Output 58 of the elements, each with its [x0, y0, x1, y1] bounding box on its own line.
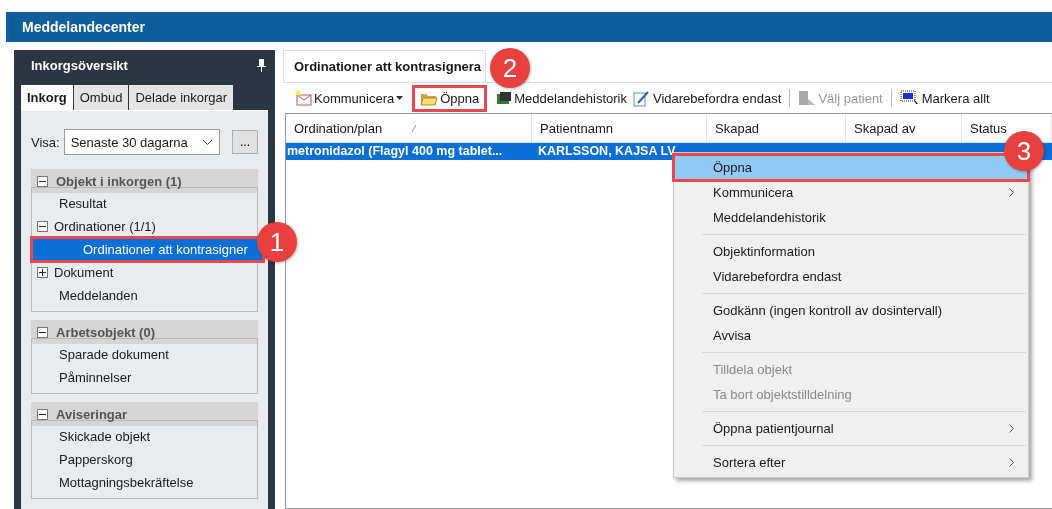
step-number-badge: 2: [490, 48, 530, 88]
column-header[interactable]: Ordination/plan: [286, 114, 532, 142]
tab[interactable]: Ombud: [73, 85, 129, 110]
menu-item[interactable]: Avvisa: [674, 323, 1028, 348]
tree-item[interactable]: Meddelanden: [32, 284, 257, 307]
toolbar-button[interactable]: Markera allt: [896, 88, 993, 108]
tree-item[interactable]: Resultat: [32, 192, 257, 215]
tree-item[interactable]: Påminnelser: [32, 366, 257, 389]
section-header[interactable]: Aviseringar: [31, 402, 258, 426]
tab[interactable]: Delade inkorgar: [129, 85, 234, 110]
tree-item[interactable]: Ordinationer att kontrasigner: [32, 238, 263, 261]
select-all-icon: [899, 90, 920, 106]
toolbar-button[interactable]: Meddelandehistorik: [493, 88, 630, 108]
panel-title: Inkorgsöversikt: [31, 57, 128, 73]
menu-item[interactable]: Kommunicera: [674, 180, 1028, 205]
chevron-right-icon: [1009, 458, 1014, 467]
menu-item[interactable]: Öppna patientjournal: [674, 416, 1028, 441]
pencil-document-icon: [633, 89, 651, 107]
toolbar-button[interactable]: Vidarebefordra endast: [630, 87, 785, 109]
menu-item[interactable]: Objektinformation: [674, 239, 1028, 264]
window-title: Meddelandecenter: [6, 12, 1052, 42]
chevron-down-icon: [202, 138, 213, 146]
chevron-right-icon: [1009, 188, 1014, 197]
menu-item[interactable]: Meddelandehistorik: [674, 205, 1028, 230]
column-header[interactable]: Patientnamn: [532, 114, 707, 142]
tab[interactable]: Inkorg: [21, 85, 73, 110]
toolbar-button[interactable]: Öppna: [412, 84, 488, 112]
caret-icon: [396, 96, 404, 100]
collapse-icon[interactable]: [37, 408, 48, 420]
expand-icon[interactable]: [37, 267, 48, 278]
sort-icon: [412, 124, 417, 132]
collapse-icon[interactable]: [37, 175, 48, 187]
tree-item[interactable]: Mottagningsbekräftelse: [32, 471, 257, 494]
table-cell-text: metronidazol (Flagyl 400 mg tablet...: [286, 143, 504, 160]
document-tab[interactable]: Ordinationer att kontrasignera: [283, 50, 487, 82]
section-header[interactable]: Arbetsobjekt (0): [31, 320, 258, 344]
tree-item[interactable]: Sparade dokument: [32, 343, 257, 366]
filter-dropdown[interactable]: Senaste 30 dagarna: [63, 129, 220, 155]
envelope-icon: [294, 90, 312, 106]
tree-item[interactable]: Skickade objekt: [32, 425, 257, 448]
column-header[interactable]: Skapad av: [846, 114, 962, 142]
collapse-icon[interactable]: [37, 326, 48, 338]
collapse-icon[interactable]: [37, 221, 48, 232]
column-header[interactable]: Skapad: [707, 114, 846, 142]
table-cell-text: KARLSSON, KAJSA LV: [537, 143, 677, 160]
step-number-badge: 1: [257, 222, 297, 262]
menu-item[interactable]: Vidarebefordra endast: [674, 264, 1028, 289]
pin-icon[interactable]: [257, 58, 266, 72]
toolbar-button[interactable]: Kommunicera: [291, 88, 407, 108]
filter-label: Visa:: [31, 134, 60, 150]
chevron-right-icon: [1009, 424, 1014, 433]
section-header[interactable]: Objekt i inkorgen (1): [31, 169, 258, 193]
more-button[interactable]: ...: [232, 130, 258, 154]
menu-item[interactable]: Sortera efter: [674, 450, 1028, 475]
tree-item[interactable]: Papperskorg: [32, 448, 257, 471]
menu-item[interactable]: Godkänn (ingen kontroll av dosintervall): [674, 298, 1028, 323]
tree-item[interactable]: Ordinationer (1/1): [32, 215, 257, 238]
tree-item[interactable]: Dokument: [32, 261, 257, 284]
